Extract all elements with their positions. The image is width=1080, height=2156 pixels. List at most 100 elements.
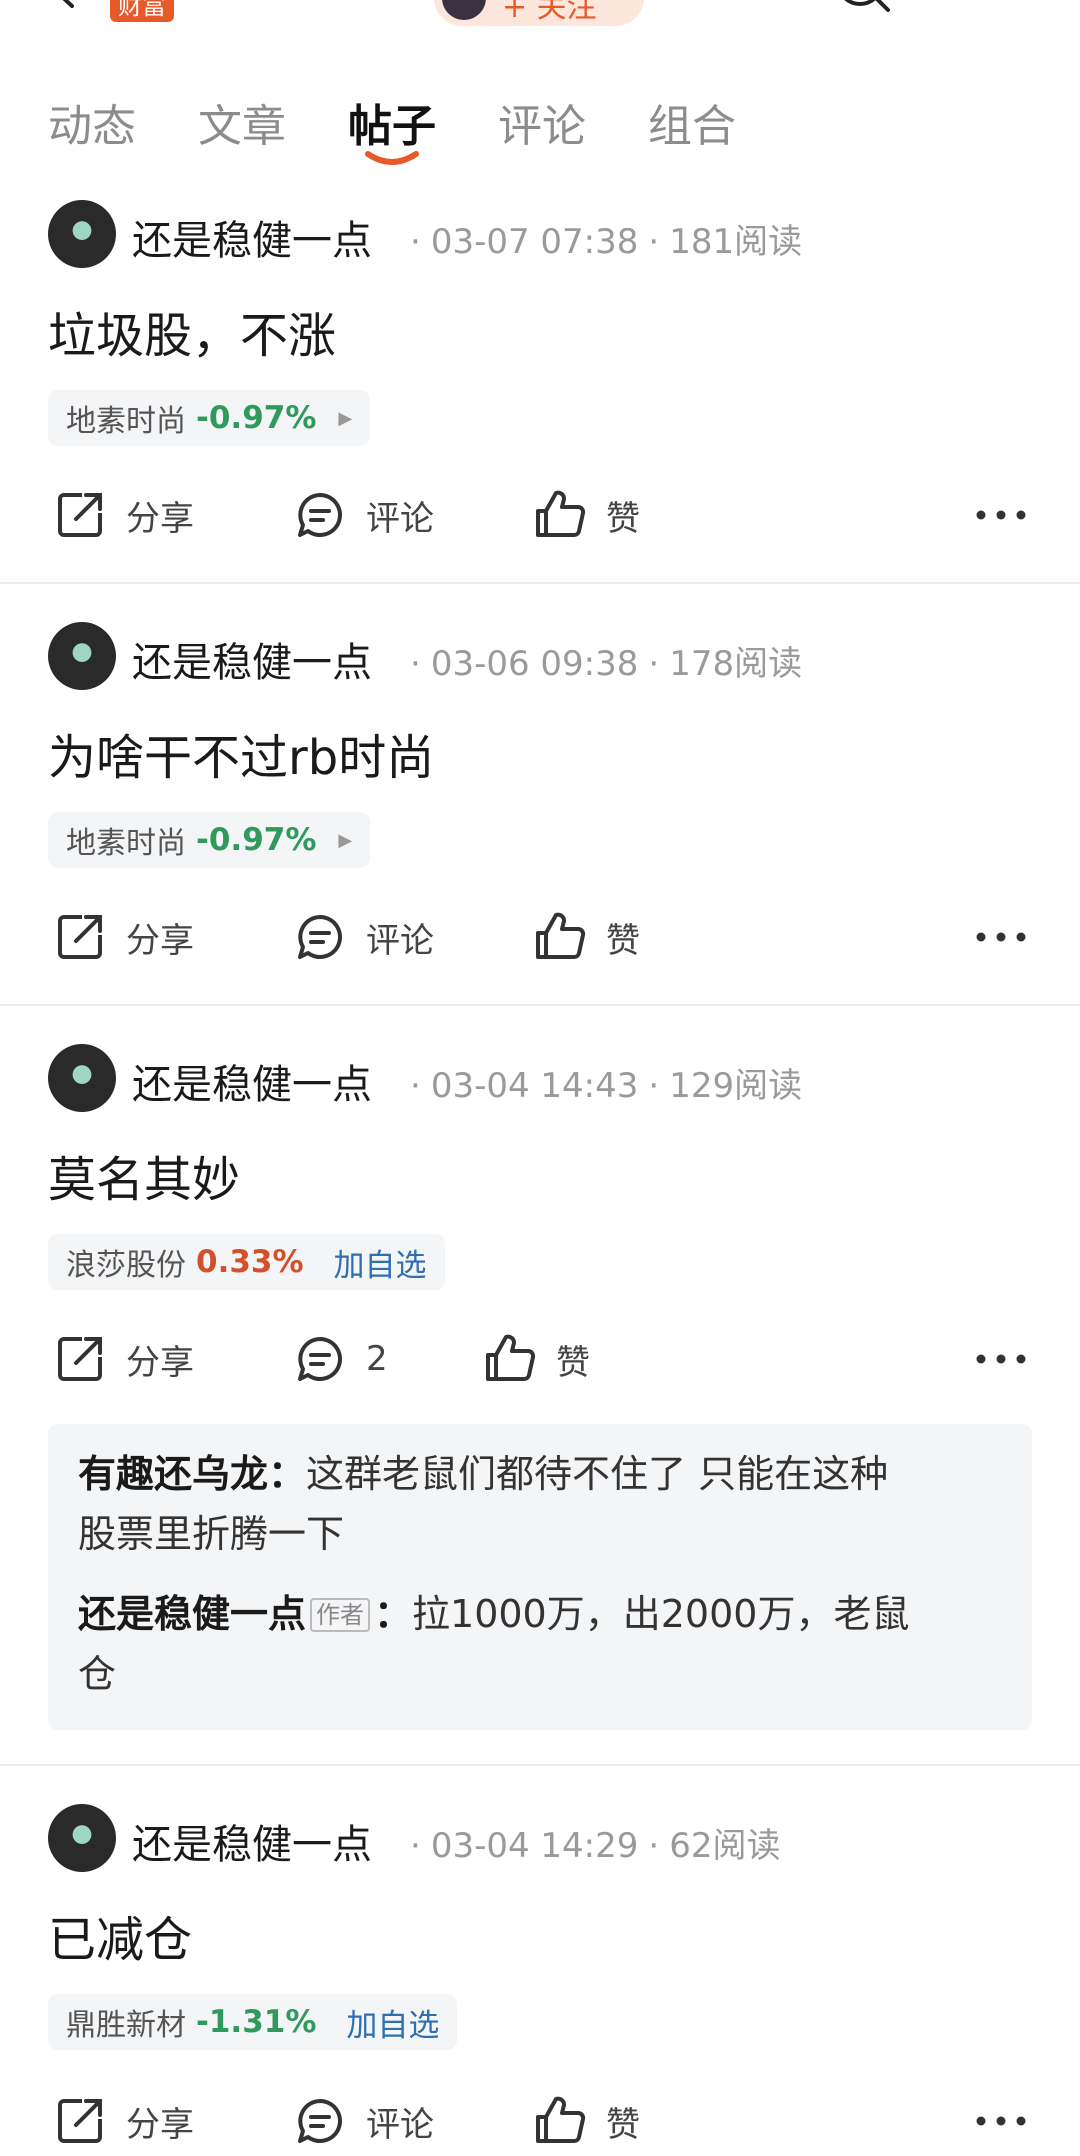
stock-chip[interactable]: 地素时尚 -0.97% ▶ [48,390,371,446]
comment-button[interactable]: 2 [292,1324,388,1394]
share-label: 分享 [126,2104,194,2145]
thumbs-up-icon [486,1334,536,1381]
comment-icon [298,1337,342,1381]
add-watchlist-link[interactable]: 加自选 [346,2000,439,2045]
stock-change: -0.97% [196,822,317,858]
comment-label: 评论 [366,498,434,539]
comment-icon [298,493,342,537]
post-time: 03-04 14:29 [430,1826,639,1866]
comment-label: 评论 [366,2104,434,2145]
comment-button[interactable]: 评论 [292,2086,434,2156]
post-actions: 分享 评论 赞 [0,480,1080,550]
top-bar: 财富 + 关注 [0,0,1080,40]
share-icon [58,915,102,959]
more-icon[interactable] [974,1344,1028,1374]
tab-articles[interactable]: 文章 [198,90,286,154]
like-button[interactable]: 赞 [532,2086,640,2156]
like-button[interactable]: 赞 [482,1324,590,1394]
avatar[interactable] [48,1044,116,1112]
post-time: 03-04 14:43 [430,1066,639,1106]
stock-chip[interactable]: 鼎胜新材 -1.31% 加自选 [48,1994,458,2050]
add-watchlist-link[interactable]: 加自选 [334,1240,427,1285]
like-button[interactable]: 赞 [532,902,640,972]
active-tab-indicator [365,151,419,165]
share-button[interactable]: 分享 [52,1324,194,1394]
post-divider [0,1004,1080,1006]
post-content[interactable]: 为啥干不过rb时尚 [48,718,434,788]
post-actions: 分享 评论 赞 [0,2086,1080,2156]
like-label: 赞 [606,920,640,961]
comment-preview-box[interactable]: 有趣还乌龙：这群老鼠们都待不住了 只能在这种 股票里折腾一下 还是稳健一点 作者：… [48,1424,1032,1730]
follow-button[interactable]: + 关注 [434,0,644,26]
comment-button[interactable]: 评论 [292,480,434,550]
avatar[interactable] [48,1804,116,1872]
author-tag: 作者 [310,1598,371,1632]
post-meta: · 03-07 07:38 · 181阅读 [410,222,803,262]
post-actions: 分享 2 赞 [0,1324,1080,1394]
stock-chip[interactable]: 浪莎股份 0.33% 加自选 [48,1234,445,1290]
author-name[interactable]: 还是稳健一点 [132,630,372,688]
profile-avatar [442,0,486,20]
author-name[interactable]: 还是稳健一点 [132,208,372,266]
author-name[interactable]: 还是稳健一点 [132,1052,372,1110]
stock-name: 鼎胜新材 [66,2008,186,2043]
post-meta: · 03-04 14:29 · 62阅读 [410,1826,781,1866]
post-content[interactable]: 已减仓 [48,1900,192,1970]
chip-arrow-icon: ▶ [338,829,353,851]
share-button[interactable]: 分享 [52,902,194,972]
author-name[interactable]: 还是稳健一点 [132,1812,372,1870]
post-time: 03-06 09:38 [430,644,639,684]
share-button[interactable]: 分享 [52,480,194,550]
caifu-badge: 财富 [110,0,174,22]
share-icon [58,1337,102,1381]
tab-portfolio[interactable]: 组合 [648,90,736,154]
post-meta: · 03-04 14:43 · 129阅读 [410,1066,803,1106]
thumbs-up-icon [536,912,586,959]
share-label: 分享 [126,1342,194,1383]
read-count: 129阅读 [669,1066,803,1106]
avatar[interactable] [48,200,116,268]
comment-text-continued: 仓 [78,1652,117,1696]
tab-posts[interactable]: 帖子 [348,90,436,154]
stock-change: -0.97% [196,400,317,436]
comment-count: 2 [366,1339,388,1379]
stock-chip[interactable]: 地素时尚 -0.97% ▶ [48,812,371,868]
search-icon[interactable] [832,0,896,26]
profile-tabs: 动态 文章 帖子 评论 组合 [0,78,1080,168]
tab-dongtai[interactable]: 动态 [48,90,136,154]
like-button[interactable]: 赞 [532,480,640,550]
more-icon[interactable] [974,922,1028,952]
more-icon[interactable] [974,2106,1028,2136]
comment-icon [298,2099,342,2143]
post-content[interactable]: 莫名其妙 [48,1140,240,1210]
comment-button[interactable]: 评论 [292,902,434,972]
stock-name: 地素时尚 [66,404,186,439]
more-icon[interactable] [974,500,1028,530]
follow-label: + 关注 [502,0,597,25]
thumbs-up-icon [536,490,586,537]
read-count: 181阅读 [669,222,803,262]
share-label: 分享 [126,920,194,961]
chip-arrow-icon: ▶ [338,407,353,429]
comment-user[interactable]: 有趣还乌龙 [78,1452,268,1496]
post-content[interactable]: 垃圾股，不涨 [48,296,336,366]
stock-change: -1.31% [196,2004,317,2040]
back-arrow-icon[interactable] [48,0,82,10]
avatar[interactable] [48,622,116,690]
post-actions: 分享 评论 赞 [0,902,1080,972]
tab-comments[interactable]: 评论 [498,90,586,154]
share-icon [58,2099,102,2143]
comment-label: 评论 [366,920,434,961]
stock-name: 地素时尚 [66,826,186,861]
stock-name: 浪莎股份 [66,1248,186,1283]
post-divider [0,1764,1080,1766]
comment-user[interactable]: 还是稳健一点 [78,1592,306,1636]
like-label: 赞 [606,498,640,539]
post-meta: · 03-06 09:38 · 178阅读 [410,644,803,684]
share-button[interactable]: 分享 [52,2086,194,2156]
stock-change: 0.33% [196,1244,304,1280]
thumbs-up-icon [536,2096,586,2143]
post-card[interactable]: 还是稳健一点 · 03-04 14:29 · 62阅读 已减仓 鼎胜新材 -1.31%… [0,1800,1080,2126]
share-icon [58,493,102,537]
share-label: 分享 [126,498,194,539]
